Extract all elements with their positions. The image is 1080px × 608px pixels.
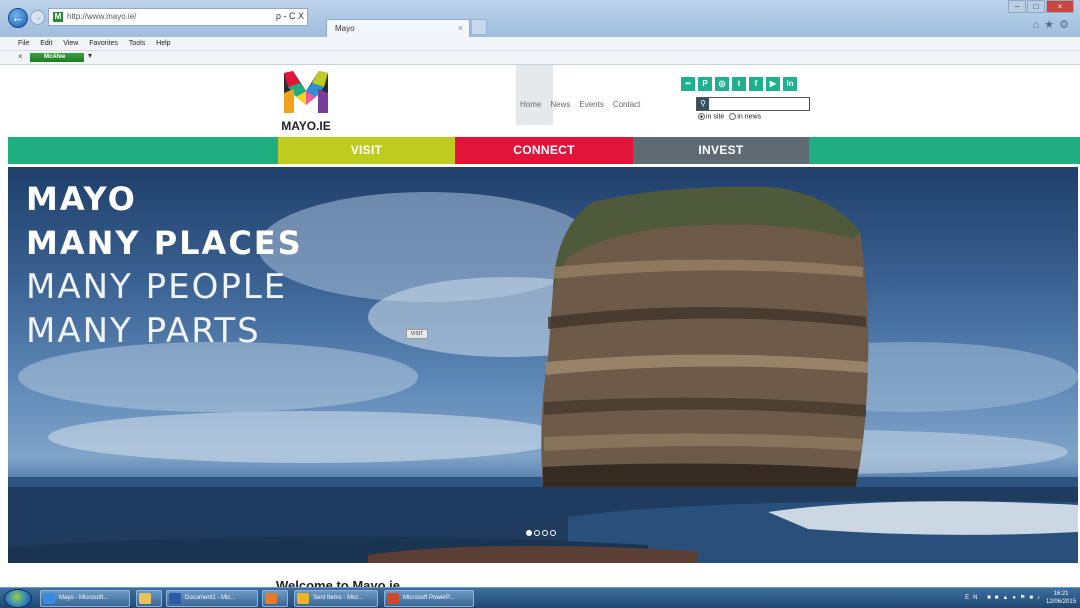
taskbar-item-explorer[interactable] [136, 590, 162, 607]
mayo-m-logo-icon [284, 71, 328, 113]
taskbar-item-word[interactable]: Document1 - Mic... [166, 590, 258, 607]
menu-edit[interactable]: Edit [40, 40, 52, 47]
minimize-button[interactable]: – [1008, 0, 1026, 13]
taskbar-item-label: Document1 - Mic... [185, 595, 236, 601]
system-tray[interactable]: EN ■■▲●⚑■♪ [965, 594, 1044, 601]
search-scope: in site in news [698, 113, 761, 120]
youtube-icon[interactable]: ▶ [766, 77, 780, 91]
radio-selected-icon [698, 113, 705, 120]
taskbar-item-powerpoint[interactable]: Microsoft PowerP... [384, 590, 474, 607]
taskbar-item-label: Sent Items - Micr... [313, 595, 364, 601]
search-input[interactable] [710, 98, 809, 110]
media-player-icon [265, 593, 277, 604]
close-toolbar-icon[interactable]: × [18, 52, 23, 61]
scope-in-site-label: in site [706, 113, 725, 121]
folder-icon [139, 593, 151, 604]
nav-invest[interactable]: INVEST [633, 137, 809, 164]
hero-slider[interactable]: MAYO MANY PLACES MANY PEOPLE MANY PARTS … [8, 167, 1078, 563]
taskbar-item-media[interactable] [262, 590, 288, 607]
mcafee-addon[interactable]: McAfee [30, 53, 84, 62]
slider-dots [526, 530, 556, 536]
word-icon [169, 593, 181, 604]
menu-favorites[interactable]: Favorites [89, 40, 118, 47]
slide-dot[interactable] [526, 530, 532, 536]
close-window-button[interactable]: × [1046, 0, 1074, 13]
menu-file[interactable]: File [18, 40, 29, 47]
linkedin-icon[interactable]: in [783, 77, 797, 91]
radio-icon [729, 113, 737, 120]
hero-visit-tag[interactable]: VISIT [406, 329, 428, 339]
clock-date: 12/06/2015 [1046, 599, 1077, 605]
hero-line-many-places: MANY PLACES [26, 224, 303, 262]
logo-text: MAYO.IE [281, 119, 331, 133]
nav-home[interactable]: Home [520, 100, 541, 109]
nav-active-highlight [516, 65, 553, 125]
nav-events[interactable]: Events [579, 100, 603, 109]
site-logo[interactable]: MAYO.IE [276, 71, 336, 135]
instagram-icon[interactable]: ◎ [715, 77, 729, 91]
site-search: ⚲ [696, 97, 810, 111]
menu-help[interactable]: Help [156, 40, 170, 47]
site-favicon-icon: M [53, 12, 63, 22]
scope-in-site[interactable]: in site [698, 113, 724, 120]
search-icon[interactable]: ⚲ [697, 98, 709, 110]
tab-mayo[interactable]: Mayo × [326, 19, 470, 37]
slide-dot[interactable] [550, 530, 556, 536]
slide-dot[interactable] [534, 530, 540, 536]
slide-dot[interactable] [542, 530, 548, 536]
hero-line-mayo: MAYO [26, 180, 137, 218]
twitter-icon[interactable]: t [732, 77, 746, 91]
tab-title: Mayo [335, 24, 355, 33]
site-header: MAYO.IE Home News Events Contact •• P ◎ … [0, 65, 1080, 137]
chevron-down-icon[interactable]: ▾ [88, 51, 92, 60]
address-url: http://www.mayo.ie/ [67, 12, 137, 21]
address-tools[interactable]: ρ - C X [276, 11, 304, 21]
flickr-icon[interactable]: •• [681, 77, 695, 91]
powerpoint-icon [387, 593, 399, 604]
facebook-icon[interactable]: f [749, 77, 763, 91]
hero-line-many-people: MANY PEOPLE [26, 267, 288, 307]
hero-title: MAYO MANY PLACES MANY PEOPLE MANY PARTS [26, 177, 303, 353]
start-button[interactable] [4, 589, 32, 608]
nav-connect[interactable]: CONNECT [455, 137, 633, 164]
main-nav-bar: VISIT CONNECT INVEST [8, 137, 1080, 164]
taskbar-clock[interactable]: 16:21 12/06/2015 [1046, 590, 1076, 606]
forward-button[interactable]: → [30, 10, 45, 25]
taskbar-item-label: Mayo - Microsoft... [59, 595, 109, 601]
nav-visit[interactable]: VISIT [278, 137, 455, 164]
nav-news[interactable]: News [550, 100, 570, 109]
new-tab-button[interactable] [471, 19, 487, 35]
social-links: •• P ◎ t f ▶ in [681, 77, 797, 91]
pinterest-icon[interactable]: P [698, 77, 712, 91]
top-nav: Home News Events Contact [520, 100, 640, 109]
taskbar-item-label: Microsoft PowerP... [403, 595, 455, 601]
browser-tools-icons[interactable]: ⌂★⚙ [1033, 18, 1074, 31]
command-bar: × McAfee ▾ [0, 51, 1080, 65]
taskbar-item-ie[interactable]: Mayo - Microsoft... [40, 590, 130, 607]
browser-titlebar: ← → M http://www.mayo.ie/ ρ - C X Mayo ×… [0, 0, 1080, 37]
menu-bar: File Edit View Favorites Tools Help [0, 37, 1080, 51]
hero-line-many-parts: MANY PARTS [26, 311, 261, 351]
nav-contact[interactable]: Contact [613, 100, 641, 109]
maximize-button[interactable]: □ [1027, 0, 1045, 13]
back-button[interactable]: ← [8, 8, 28, 28]
outlook-icon [297, 593, 309, 604]
clock-time: 16:21 [1053, 591, 1069, 597]
scope-in-news[interactable]: in news [729, 113, 761, 120]
menu-tools[interactable]: Tools [129, 40, 145, 47]
language-indicator[interactable]: EN [965, 595, 981, 601]
scope-in-news-label: in news [737, 113, 762, 121]
window-controls: – □ × [1008, 0, 1074, 14]
close-tab-icon[interactable]: × [458, 23, 463, 33]
windows-taskbar: Mayo - Microsoft... Document1 - Mic... S… [0, 587, 1080, 608]
taskbar-item-outlook[interactable]: Sent Items - Micr... [294, 590, 378, 607]
menu-view[interactable]: View [63, 40, 78, 47]
address-bar[interactable]: M http://www.mayo.ie/ ρ - C X [48, 8, 308, 26]
ie-icon [43, 593, 55, 604]
